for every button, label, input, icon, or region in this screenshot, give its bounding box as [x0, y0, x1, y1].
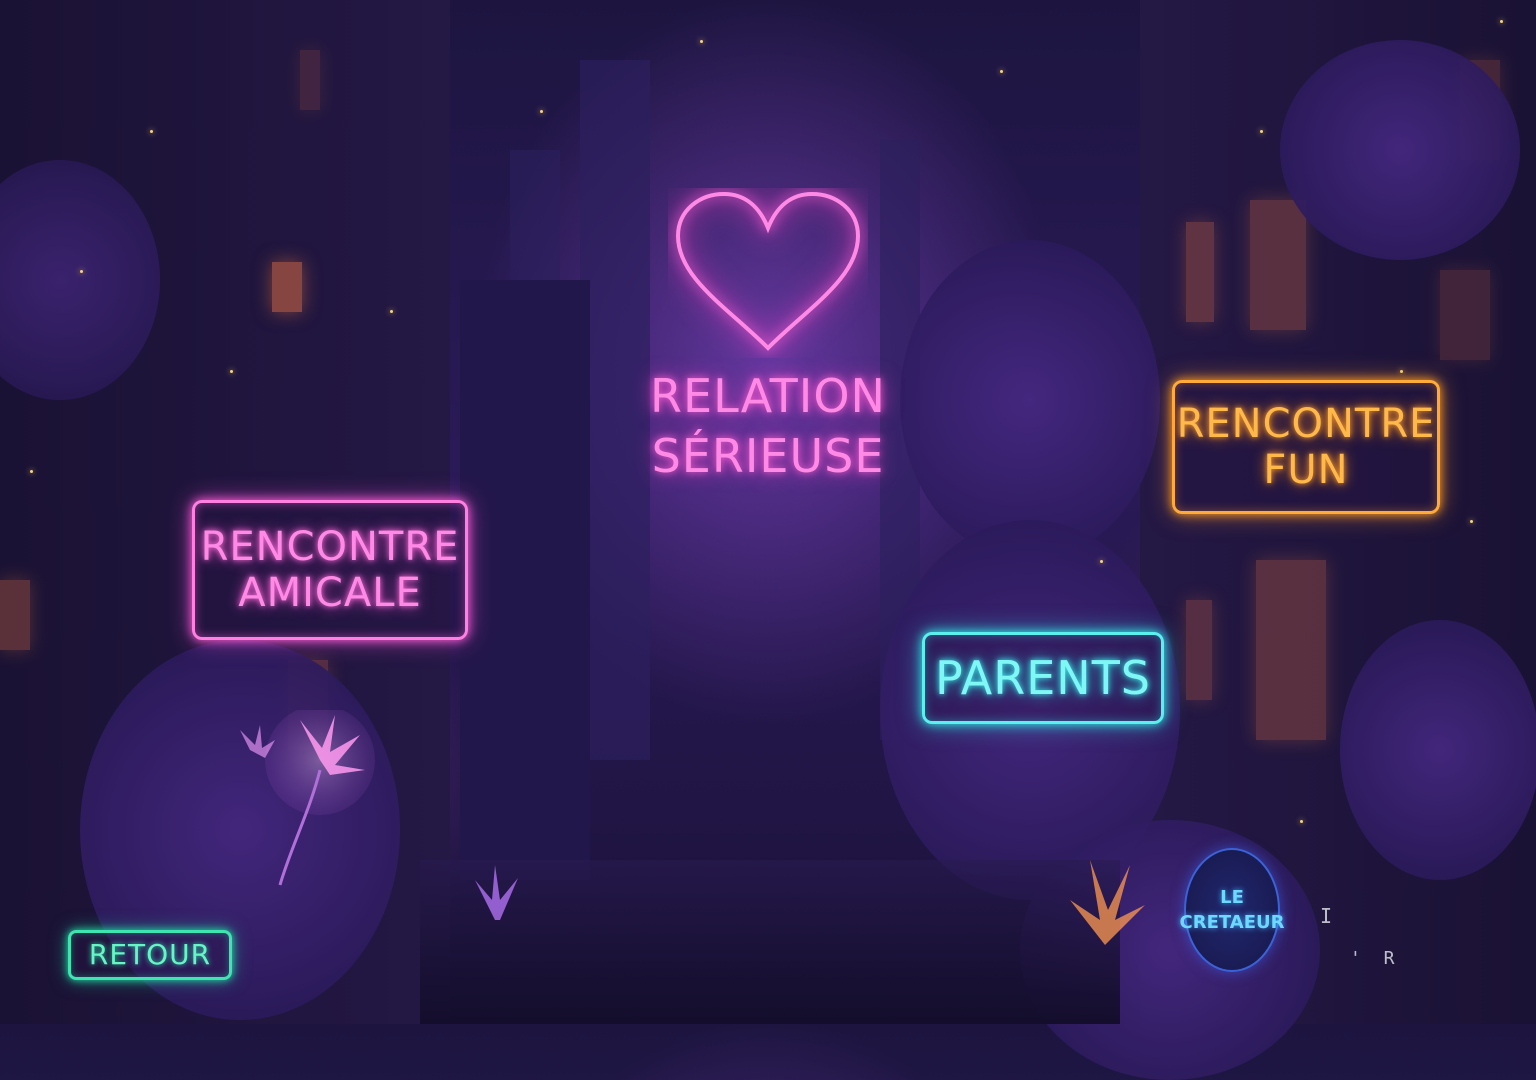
firefly: [700, 40, 703, 43]
firefly: [230, 370, 233, 373]
firefly: [30, 470, 33, 473]
firefly: [150, 130, 153, 133]
firefly: [1260, 130, 1263, 133]
firefly: [1500, 20, 1503, 23]
fun-meeting-button[interactable]: RENCONTRE FUN: [1172, 380, 1440, 514]
foliage: [1280, 40, 1520, 260]
firefly: [1400, 370, 1403, 373]
firefly: [1000, 70, 1003, 73]
window-light: [272, 262, 302, 312]
firefly: [390, 310, 393, 313]
firefly: [1100, 560, 1103, 563]
serious-relationship-option[interactable]: RELATION SÉRIEUSE: [600, 366, 936, 486]
window-light: [1186, 600, 1212, 700]
serious-label-line2: SÉRIEUSE: [651, 429, 885, 483]
glitch-text: I: [1320, 904, 1341, 928]
glitch-text: ' R: [1350, 948, 1401, 969]
back-label: RETOUR: [88, 937, 212, 971]
friendly-label-line1: RENCONTRE: [200, 524, 460, 570]
creator-label-line2: CRETAEUR: [1179, 912, 1285, 933]
distant-tower: [460, 280, 590, 880]
fun-label-line2: FUN: [1263, 447, 1349, 493]
window-light: [1256, 560, 1326, 740]
foliage: [1340, 620, 1536, 880]
fun-label-line1: RENCONTRE: [1176, 401, 1436, 447]
creator-label-line1: LE: [1220, 886, 1244, 908]
firefly: [80, 270, 83, 273]
parents-label: PARENTS: [935, 650, 1151, 705]
glowing-flower-icon: [240, 710, 375, 886]
heart-icon[interactable]: [668, 188, 868, 358]
firefly: [540, 110, 543, 113]
foliage: [900, 240, 1160, 560]
heart-icon-shape: [675, 191, 861, 351]
back-button[interactable]: RETOUR: [68, 930, 232, 980]
window-light: [1440, 270, 1490, 360]
window-light: [300, 50, 320, 110]
glowing-flower-icon: [475, 865, 518, 920]
friendly-meeting-button[interactable]: RENCONTRE AMICALE: [192, 500, 468, 640]
creator-badge[interactable]: LE CRETAEUR: [1180, 848, 1284, 972]
glowing-flower-icon: [1070, 860, 1145, 945]
parents-button[interactable]: PARENTS: [922, 632, 1164, 724]
serious-label-line1: RELATION: [650, 369, 886, 423]
firefly: [1470, 520, 1473, 523]
window-light: [1250, 200, 1306, 330]
window-light: [0, 580, 30, 650]
window-light: [1186, 222, 1214, 322]
friendly-label-line2: AMICALE: [238, 570, 422, 616]
firefly: [1300, 820, 1303, 823]
